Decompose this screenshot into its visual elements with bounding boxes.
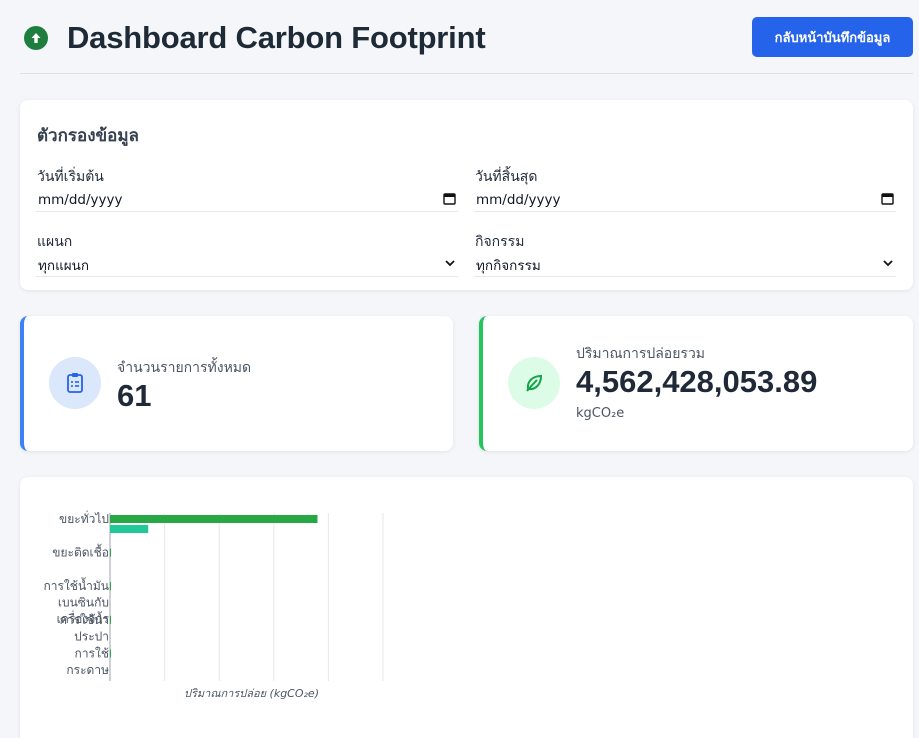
- arrow-up-circle-icon: [24, 26, 48, 50]
- end-date-value: mm/dd/yyyy: [476, 191, 561, 208]
- activity-label: กิจกรรม: [475, 234, 525, 250]
- chart-category-label: ขยะทั่วไป: [59, 510, 109, 526]
- total-records-label: จำนวนรายการทั้งหมด: [117, 360, 252, 376]
- activity-value: ทุกกิจกรรม: [476, 257, 541, 274]
- chart-bar: [110, 649, 111, 658]
- filter-card: ตัวกรองข้อมูล วันที่เริ่มต้น mm/dd/yyyy …: [20, 100, 913, 290]
- department-select[interactable]: ทุกแผนก: [36, 253, 458, 277]
- page-header: Dashboard Carbon Footprint กลับหน้าบันทึ…: [20, 16, 913, 74]
- page-title: Dashboard Carbon Footprint: [67, 20, 486, 55]
- end-date-label: วันที่สิ้นสุด: [475, 169, 538, 185]
- filter-title: ตัวกรองข้อมูล: [37, 126, 139, 146]
- chart-bar: [110, 515, 318, 523]
- department-label: แผนก: [37, 234, 73, 250]
- start-date-label: วันที่เริ่มต้น: [37, 169, 104, 185]
- chart-bar: [110, 548, 111, 557]
- emission-chart-card: ขยะทั่วไป ขยะติดเชื้อ การใช้น้ำมันเบนซินกั…: [20, 477, 913, 738]
- chart-category-label: การใช้น้ำประปา: [60, 611, 109, 644]
- total-emission-value: 4,562,428,053.89: [576, 364, 818, 399]
- activity-select[interactable]: ทุกกิจกรรม: [474, 253, 896, 277]
- chevron-down-icon: [444, 257, 456, 272]
- clipboard-icon: [49, 357, 101, 409]
- department-value: ทุกแผนก: [38, 257, 90, 274]
- end-date-input[interactable]: mm/dd/yyyy: [474, 188, 896, 212]
- total-records-value: 61: [117, 378, 152, 413]
- chart-bar: [110, 525, 149, 533]
- calendar-icon[interactable]: [881, 192, 894, 208]
- total-emission-label: ปริมาณการปล่อยรวม: [576, 346, 706, 362]
- start-date-input[interactable]: mm/dd/yyyy: [36, 188, 458, 212]
- total-records-card: จำนวนรายการทั้งหมด 61: [20, 316, 453, 451]
- chart-category-label: การใช้กระดาษ: [66, 646, 109, 677]
- total-emission-unit: kgCO₂e: [576, 406, 625, 421]
- back-to-entry-button[interactable]: กลับหน้าบันทึกข้อมูล: [752, 17, 913, 57]
- chart-x-axis-label: ปริมาณการปล่อย (kgCO₂e): [184, 687, 319, 700]
- calendar-icon[interactable]: [443, 192, 456, 208]
- chart-bar: [110, 582, 111, 591]
- emission-bar-chart: ขยะทั่วไปขยะติดเชื้อการใช้น้ำมันเบนซินกั…: [43, 510, 384, 700]
- leaf-icon: [508, 357, 560, 409]
- chart-bar: [110, 615, 111, 624]
- total-emission-card: ปริมาณการปล่อยรวม 4,562,428,053.89 kgCO₂…: [479, 316, 913, 451]
- chevron-down-icon: [882, 257, 894, 272]
- chart-category-label: ขยะติดเชื้อ: [52, 544, 109, 560]
- start-date-value: mm/dd/yyyy: [38, 191, 123, 208]
